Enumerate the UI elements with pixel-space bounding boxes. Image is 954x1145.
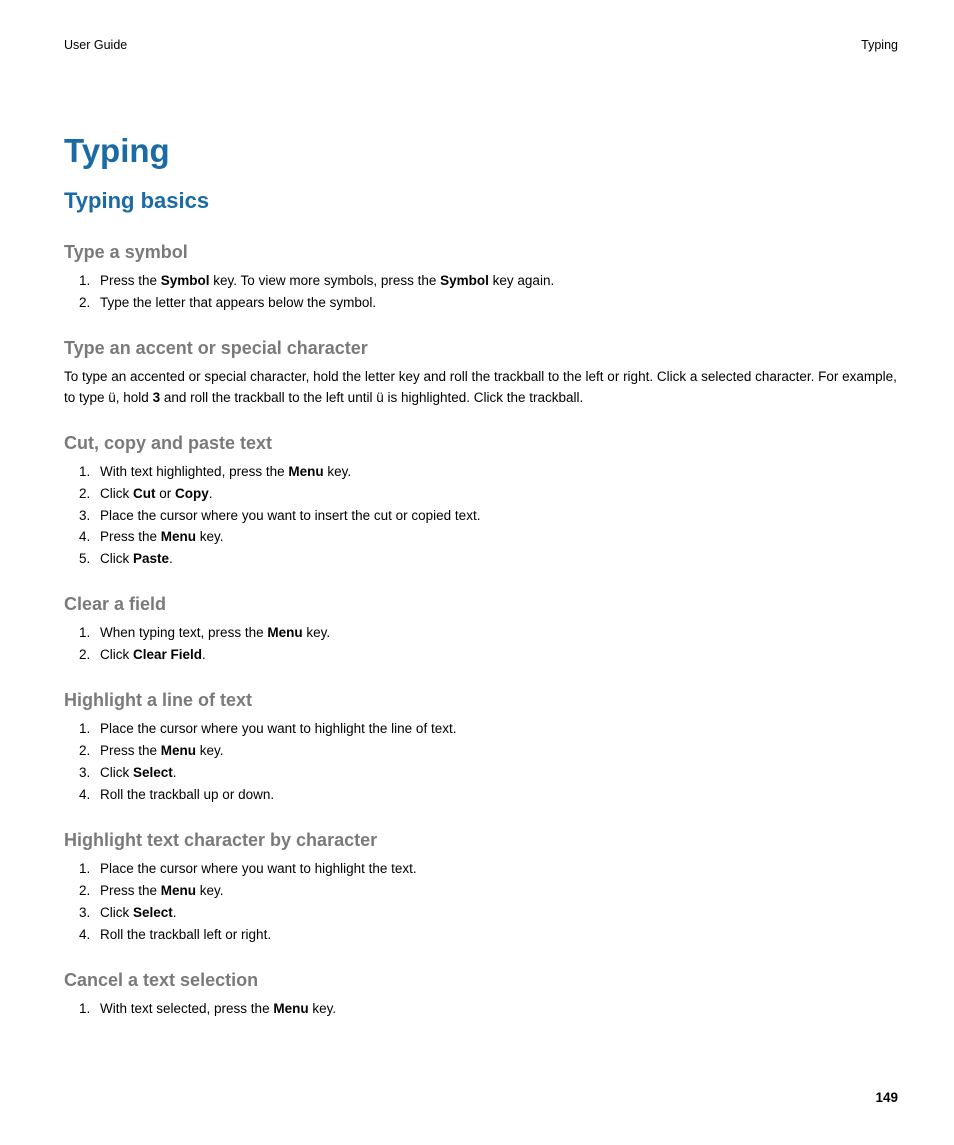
bold-text: Select (133, 905, 173, 920)
cancel-selection-list: With text selected, press the Menu key. (64, 999, 898, 1020)
bold-text: Menu (161, 529, 196, 544)
bold-text: Menu (267, 625, 302, 640)
bold-text: Clear Field (133, 647, 202, 662)
highlight-char-list: Place the cursor where you want to highl… (64, 859, 898, 946)
list-item: Type the letter that appears below the s… (94, 293, 898, 314)
text: Press the (100, 529, 161, 544)
subsection-cancel-selection: Cancel a text selection (64, 970, 898, 991)
bold-text: Copy (175, 486, 209, 501)
bold-text: Symbol (161, 273, 210, 288)
list-item: Roll the trackball up or down. (94, 785, 898, 806)
subsection-highlight-line: Highlight a line of text (64, 690, 898, 711)
text: When typing text, press the (100, 625, 267, 640)
bold-text: Menu (161, 743, 196, 758)
text: key. (196, 883, 224, 898)
clear-field-list: When typing text, press the Menu key. Cl… (64, 623, 898, 666)
text: key. (309, 1001, 337, 1016)
subsection-type-accent: Type an accent or special character (64, 338, 898, 359)
text: . (173, 765, 177, 780)
bold-text: 3 (153, 390, 161, 405)
list-item: Place the cursor where you want to highl… (94, 719, 898, 740)
text: Press the (100, 273, 161, 288)
text: key. (303, 625, 331, 640)
header-left: User Guide (64, 38, 127, 52)
bold-text: Menu (273, 1001, 308, 1016)
page-number: 149 (875, 1090, 898, 1105)
text: key. (324, 464, 352, 479)
subsection-cut-copy-paste: Cut, copy and paste text (64, 433, 898, 454)
accent-paragraph: To type an accented or special character… (64, 367, 898, 409)
subsection-clear-field: Clear a field (64, 594, 898, 615)
type-a-symbol-list: Press the Symbol key. To view more symbo… (64, 271, 898, 314)
section-heading: Typing basics (64, 188, 898, 214)
text: key again. (489, 273, 554, 288)
text: key. To view more symbols, press the (210, 273, 441, 288)
text: Click (100, 486, 133, 501)
text: key. (196, 529, 224, 544)
text: . (209, 486, 213, 501)
list-item: Click Select. (94, 763, 898, 784)
text: and roll the trackball to the left until… (160, 390, 583, 405)
bold-text: Paste (133, 551, 169, 566)
text: With text selected, press the (100, 1001, 273, 1016)
text: or (156, 486, 176, 501)
text: key. (196, 743, 224, 758)
list-item: Press the Menu key. (94, 527, 898, 548)
list-item: Press the Symbol key. To view more symbo… (94, 271, 898, 292)
text: Press the (100, 883, 161, 898)
list-item: Press the Menu key. (94, 741, 898, 762)
list-item: Click Clear Field. (94, 645, 898, 666)
list-item: Click Paste. (94, 549, 898, 570)
text: Click (100, 905, 133, 920)
list-item: With text highlighted, press the Menu ke… (94, 462, 898, 483)
text: . (173, 905, 177, 920)
header-right: Typing (861, 38, 898, 52)
list-item: Click Cut or Copy. (94, 484, 898, 505)
page-header: User Guide Typing (64, 38, 898, 52)
text: Click (100, 647, 133, 662)
list-item: With text selected, press the Menu key. (94, 999, 898, 1020)
bold-text: Symbol (440, 273, 489, 288)
list-item: Press the Menu key. (94, 881, 898, 902)
list-item: Roll the trackball left or right. (94, 925, 898, 946)
list-item: Click Select. (94, 903, 898, 924)
bold-text: Menu (161, 883, 196, 898)
bold-text: Select (133, 765, 173, 780)
page-title: Typing (64, 132, 898, 170)
text: Click (100, 765, 133, 780)
text: . (202, 647, 206, 662)
subsection-highlight-char: Highlight text character by character (64, 830, 898, 851)
page-container: User Guide Typing Typing Typing basics T… (0, 0, 954, 1145)
list-item: When typing text, press the Menu key. (94, 623, 898, 644)
list-item: Place the cursor where you want to inser… (94, 506, 898, 527)
highlight-line-list: Place the cursor where you want to highl… (64, 719, 898, 806)
text: With text highlighted, press the (100, 464, 288, 479)
text: . (169, 551, 173, 566)
text: Press the (100, 743, 161, 758)
subsection-type-a-symbol: Type a symbol (64, 242, 898, 263)
text: Click (100, 551, 133, 566)
bold-text: Menu (288, 464, 323, 479)
list-item: Place the cursor where you want to highl… (94, 859, 898, 880)
cut-copy-paste-list: With text highlighted, press the Menu ke… (64, 462, 898, 571)
bold-text: Cut (133, 486, 156, 501)
